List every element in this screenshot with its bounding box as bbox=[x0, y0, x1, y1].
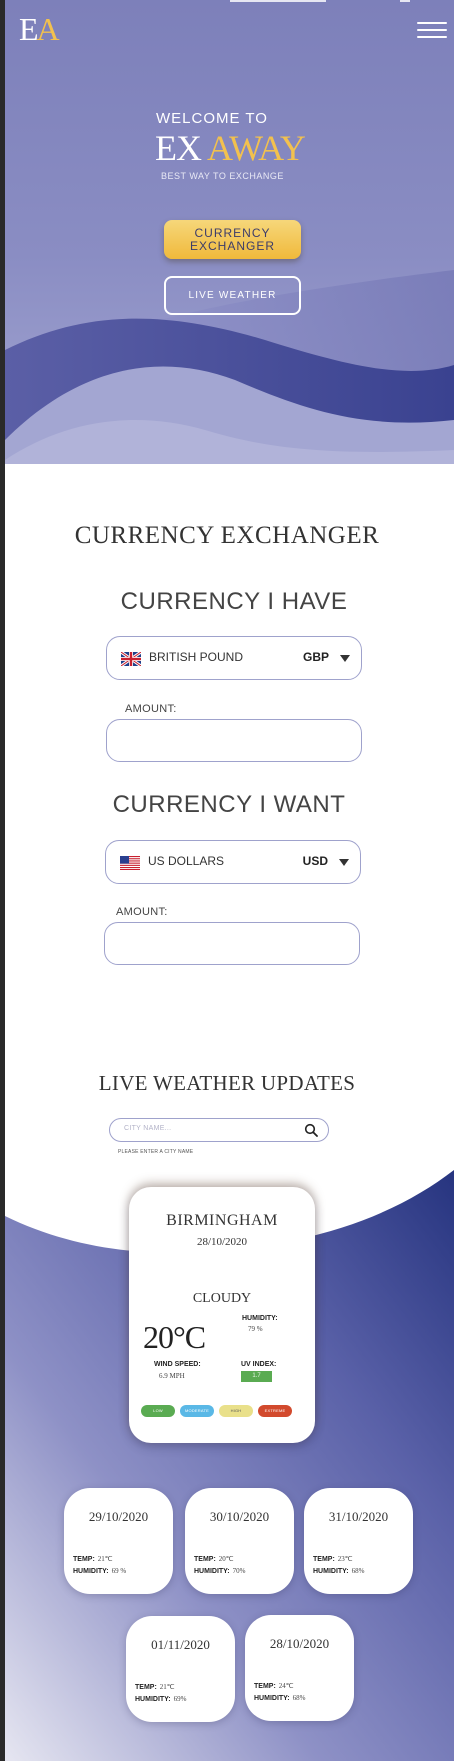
humidity-value: 70% bbox=[232, 1567, 246, 1575]
brand-name-ex: EX bbox=[155, 128, 202, 168]
humidity-label: HUMIDITY: bbox=[242, 1315, 278, 1322]
hamburger-menu-icon[interactable] bbox=[417, 22, 447, 38]
amount-have-input[interactable] bbox=[106, 719, 362, 762]
city-search-input[interactable]: CITY NAME... bbox=[109, 1118, 329, 1142]
currency-have-select[interactable]: BRITISH POUND GBP bbox=[106, 636, 362, 680]
humidity-value: 68% bbox=[292, 1694, 306, 1702]
temp-value: 23℃ bbox=[337, 1555, 353, 1563]
live-weather-button[interactable]: LIVE WEATHER bbox=[164, 276, 301, 315]
logo-letter-a: A bbox=[36, 11, 60, 47]
temp-label: TEMP: bbox=[194, 1556, 216, 1563]
amount-want-input[interactable] bbox=[104, 922, 360, 965]
humidity-value: 69% bbox=[173, 1695, 187, 1703]
humidity-value: 68% bbox=[351, 1567, 365, 1575]
currency-want-title: CURRENCY I WANT bbox=[112, 791, 346, 818]
forecast-temp: TEMP: 21℃ bbox=[73, 1555, 113, 1563]
weather-condition: CLOUDY bbox=[192, 1291, 252, 1306]
humidity-label: HUMIDITY: bbox=[73, 1568, 109, 1575]
temp-value: 21℃ bbox=[159, 1683, 175, 1691]
top-scroll-dot bbox=[400, 0, 410, 2]
uv-index-value: 1.7 bbox=[241, 1371, 272, 1382]
humidity-value: 69 % bbox=[111, 1567, 127, 1575]
us-flag-icon bbox=[120, 856, 140, 870]
current-weather-card: BIRMINGHAM 28/10/2020 CLOUDY 20°C HUMIDI… bbox=[129, 1187, 315, 1443]
humidity-label: HUMIDITY: bbox=[254, 1695, 290, 1702]
humidity-label: HUMIDITY: bbox=[194, 1568, 230, 1575]
humidity-label: HUMIDITY: bbox=[135, 1696, 171, 1703]
currency-have-name: BRITISH POUND bbox=[149, 650, 244, 664]
forecast-card: 28/10/2020 TEMP: 24℃ HUMIDITY: 68% bbox=[245, 1615, 354, 1721]
forecast-date: 28/10/2020 bbox=[269, 1636, 330, 1651]
uk-flag-icon bbox=[121, 652, 141, 666]
currency-have-title: CURRENCY I HAVE bbox=[120, 588, 348, 615]
forecast-card: 31/10/2020 TEMP: 23℃ HUMIDITY: 68% bbox=[304, 1488, 413, 1594]
forecast-humidity: HUMIDITY: 70% bbox=[194, 1567, 246, 1575]
forecast-humidity: HUMIDITY: 68% bbox=[313, 1567, 365, 1575]
logo-letter-e: E bbox=[19, 11, 38, 47]
logo[interactable]: EA bbox=[19, 11, 60, 47]
temp-value: 24℃ bbox=[278, 1682, 294, 1690]
temp-value: 20℃ bbox=[218, 1555, 234, 1563]
currency-have-code: GBP bbox=[302, 650, 329, 664]
welcome-text: WELCOME TO bbox=[156, 110, 268, 127]
forecast-temp: TEMP: 23℃ bbox=[313, 1555, 353, 1563]
forecast-date: 01/11/2020 bbox=[151, 1637, 210, 1652]
temp-label: TEMP: bbox=[135, 1684, 157, 1691]
forecast-temp: TEMP: 24℃ bbox=[254, 1682, 294, 1690]
currency-want-name: US DOLLARS bbox=[148, 854, 225, 868]
forecast-card: 29/10/2020 TEMP: 21℃ HUMIDITY: 69 % bbox=[64, 1488, 173, 1594]
amount-want-label: AMOUNT: bbox=[116, 906, 168, 918]
forecast-date: 31/10/2020 bbox=[328, 1509, 389, 1524]
temp-value: 21℃ bbox=[97, 1555, 113, 1563]
currency-want-select[interactable]: US DOLLARS USD bbox=[105, 840, 361, 884]
wind-speed-value: 6.9 MPH bbox=[159, 1372, 185, 1380]
forecast-card: 30/10/2020 TEMP: 20℃ HUMIDITY: 70% bbox=[185, 1488, 294, 1594]
brand-name-away: AWAY bbox=[207, 128, 306, 168]
forecast-humidity: HUMIDITY: 69 % bbox=[73, 1567, 126, 1575]
search-hint: PLEASE ENTER A CITY NAME bbox=[118, 1149, 194, 1155]
amount-have-label: AMOUNT: bbox=[125, 703, 177, 715]
search-placeholder: CITY NAME... bbox=[124, 1125, 172, 1132]
temp-label: TEMP: bbox=[313, 1556, 335, 1563]
top-scroll-indicator bbox=[230, 0, 326, 2]
uv-chip-extreme: EXTREME bbox=[258, 1405, 292, 1417]
uv-index-label: UV INDEX: bbox=[241, 1361, 277, 1368]
current-temperature: 20°C bbox=[143, 1319, 206, 1355]
forecast-card: 01/11/2020 TEMP: 21℃ HUMIDITY: 69% bbox=[126, 1616, 235, 1722]
city-name: BIRMINGHAM bbox=[166, 1212, 278, 1229]
currency-want-code: USD bbox=[302, 854, 328, 868]
chevron-down-icon bbox=[339, 859, 349, 866]
weather-section-title: LIVE WEATHER UPDATES bbox=[98, 1071, 356, 1095]
temp-label: TEMP: bbox=[73, 1556, 95, 1563]
forecast-temp: TEMP: 20℃ bbox=[194, 1555, 234, 1563]
forecast-temp: TEMP: 21℃ bbox=[135, 1683, 175, 1691]
forecast-date: 30/10/2020 bbox=[209, 1509, 270, 1524]
forecast-humidity: HUMIDITY: 68% bbox=[254, 1694, 306, 1702]
temp-label: TEMP: bbox=[254, 1683, 276, 1690]
hero-section: EA WELCOME TO EX AWAY BEST WAY TO EXCHAN… bbox=[5, 0, 454, 464]
wind-speed-label: WIND SPEED: bbox=[154, 1361, 201, 1368]
chevron-down-icon bbox=[340, 655, 350, 662]
page: EA WELCOME TO EX AWAY BEST WAY TO EXCHAN… bbox=[0, 0, 454, 1761]
currency-exchanger-button[interactable]: CURRENCY EXCHANGER bbox=[164, 220, 301, 259]
uv-chip-moderate: MODERATE bbox=[180, 1405, 214, 1417]
forecast-date: 29/10/2020 bbox=[88, 1509, 149, 1524]
currency-section-title: CURRENCY EXCHANGER bbox=[74, 522, 380, 549]
humidity-value: 79 % bbox=[248, 1325, 263, 1333]
humidity-label: HUMIDITY: bbox=[313, 1568, 349, 1575]
tagline: BEST WAY TO EXCHANGE bbox=[161, 171, 284, 181]
brand-name: EX AWAY bbox=[155, 128, 306, 168]
uv-chip-low: LOW bbox=[141, 1405, 175, 1417]
forecast-humidity: HUMIDITY: 69% bbox=[135, 1695, 187, 1703]
uv-chip-high: HIGH bbox=[219, 1405, 253, 1417]
current-date: 28/10/2020 bbox=[196, 1236, 248, 1248]
search-icon[interactable] bbox=[304, 1123, 318, 1137]
